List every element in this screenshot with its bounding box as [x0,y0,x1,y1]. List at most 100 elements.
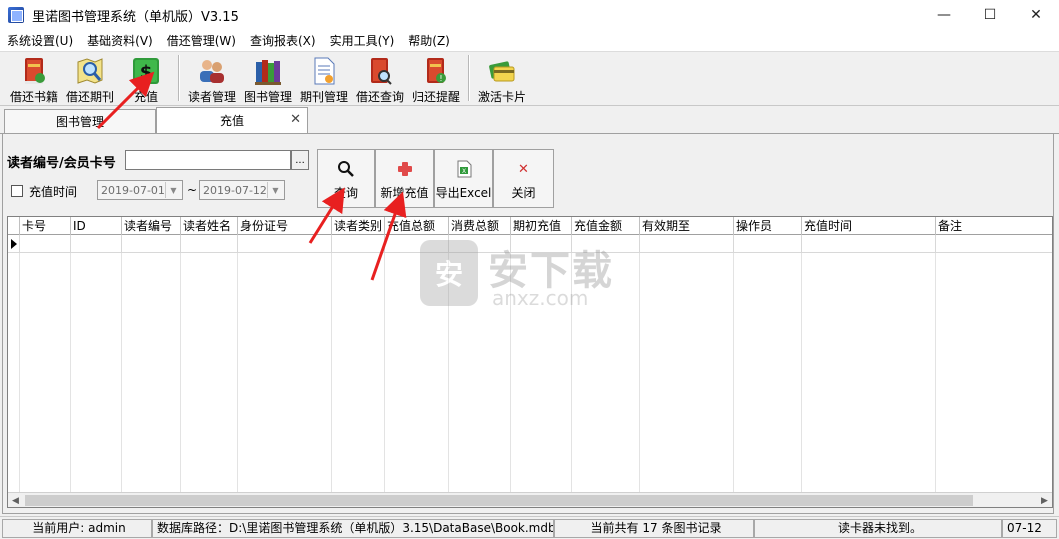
reader-management-button[interactable]: 读者管理 [184,52,240,104]
periodical-management-button[interactable]: 期刊管理 [296,52,352,104]
status-bar: 当前用户: admin 数据库路径：D:\里诺图书管理系统（单机版）3.15\D… [0,516,1059,539]
return-reminder-label: 归还提醒 [411,90,460,104]
add-recharge-label: 新增充值 [380,186,429,200]
column-header-id-card[interactable]: 身份证号 [238,217,332,235]
date-range-separator: ~ [187,183,198,197]
column-header-operator[interactable]: 操作员 [734,217,802,235]
date-from-value: 2019-07-01 [101,183,165,197]
book-management-button[interactable]: 图书管理 [240,52,296,104]
column-header-id[interactable]: ID [71,217,122,235]
borrow-query-button[interactable]: 借还查询 [352,52,408,104]
app-icon [8,7,24,23]
watermark: 安 安下载 anxz.com [420,240,650,310]
date-from-picker[interactable]: 2019-07-01 ▼ [97,180,183,200]
search-icon [337,160,355,178]
borrow-query-label: 借还查询 [355,90,404,104]
window-title: 里诺图书管理系统（单机版）V3.15 [32,9,239,25]
tab-book-management[interactable]: 图书管理 [4,109,156,133]
scrollbar-thumb[interactable] [25,495,973,506]
document-tabs: 图书管理 充值 ✕ [0,107,1059,134]
column-header-consume-total[interactable]: 消费总额 [449,217,511,235]
menu-tools[interactable]: 实用工具(Y) [323,30,402,52]
column-header-card-no[interactable]: 卡号 [20,217,71,235]
map-magnifier-icon [75,56,105,86]
svg-text:X: X [461,168,465,175]
horizontal-scrollbar[interactable]: ◀ ▶ [8,492,1052,507]
column-header-initial-recharge[interactable]: 期初充值 [511,217,572,235]
close-panel-label: 关闭 [511,186,536,200]
book-alert-icon: ! [421,56,451,86]
borrow-return-periodicals-button[interactable]: 借还期刊 [62,52,118,104]
column-header-reader-name[interactable]: 读者姓名 [181,217,238,235]
scroll-right-icon[interactable]: ▶ [1037,493,1052,507]
activate-card-label: 激活卡片 [477,90,526,104]
menu-query-report[interactable]: 查询报表(X) [243,30,323,52]
recharge-toolbar-button[interactable]: $ 充值 [118,52,174,104]
column-header-reader-no[interactable]: 读者编号 [122,217,181,235]
watermark-subtext: anxz.com [492,286,589,310]
close-panel-button[interactable]: ✕ 关闭 [493,149,554,208]
recharge-toolbar-label: 充值 [133,90,158,104]
plus-icon [397,160,413,178]
chevron-down-icon: ▼ [267,182,283,198]
excel-icon: X [456,160,472,178]
return-reminder-button[interactable]: ! 归还提醒 [408,52,464,104]
title-bar: 里诺图书管理系统（单机版）V3.15 — ☐ ✕ [0,0,1059,30]
periodical-management-label: 期刊管理 [299,90,348,104]
users-icon [197,56,227,86]
export-excel-button[interactable]: X 导出Excel [434,149,493,208]
query-button-label: 查询 [333,186,358,200]
book-management-label: 图书管理 [243,90,292,104]
close-tab-icon[interactable]: ✕ [290,112,301,127]
column-header-recharge-total[interactable]: 充值总额 [385,217,449,235]
book-search-icon [365,56,395,86]
add-recharge-button[interactable]: 新增充值 [375,149,434,208]
toolbar-separator [178,55,180,101]
column-header-remark[interactable]: 备注 [936,217,1052,235]
minimize-button[interactable]: — [921,0,967,30]
recharge-panel: 读者编号/会员卡号 ... 充值时间 2019-07-01 ▼ ~ 2019-0… [2,134,1054,514]
column-header-recharge-time[interactable]: 充值时间 [802,217,936,235]
activate-card-button[interactable]: 激活卡片 [474,52,530,104]
tab-recharge[interactable]: 充值 ✕ [156,107,308,133]
export-excel-label: 导出Excel [435,186,492,200]
menu-basic-data[interactable]: 基础资料(V) [80,30,160,52]
current-row-indicator-icon [8,235,20,253]
column-header-reader-type[interactable]: 读者类别 [332,217,385,235]
date-to-picker[interactable]: 2019-07-12 ▼ [199,180,285,200]
menu-help[interactable]: 帮助(Z) [401,30,457,52]
recharge-time-label: 充值时间 [29,185,78,199]
close-window-button[interactable]: ✕ [1013,0,1059,30]
menu-system-settings[interactable]: 系统设置(U) [0,30,80,52]
borrow-return-books-label: 借还书籍 [9,90,58,104]
column-header-recharge-amount[interactable]: 充值金额 [572,217,640,235]
recharge-time-checkbox[interactable] [11,185,23,197]
table-header: 卡号 ID 读者编号 读者姓名 身份证号 读者类别 充值总额 消费总额 期初充值… [8,217,1052,235]
window-controls: — ☐ ✕ [921,0,1059,30]
status-db-path: 数据库路径：D:\里诺图书管理系统（单机版）3.15\DataBase\Book… [152,519,554,538]
red-book-icon [19,56,49,86]
menu-borrow-return[interactable]: 借还管理(W) [160,30,243,52]
status-card-reader: 读卡器未找到。 [754,519,1002,538]
status-current-user: 当前用户: admin [2,519,152,538]
column-header-valid-until[interactable]: 有效期至 [640,217,734,235]
svg-text:!: ! [439,74,442,83]
toolbar: 借还书籍 借还期刊 $ 充值 读者管理 图书管理 期刊管理 借还查询 ! 归还提… [0,52,1059,106]
query-button[interactable]: 查询 [317,149,375,208]
close-icon: ✕ [518,161,529,177]
toolbar-separator [468,55,470,101]
row-indicator-header [8,217,20,235]
scroll-left-icon[interactable]: ◀ [8,493,23,507]
maximize-button[interactable]: ☐ [967,0,1013,30]
chevron-down-icon: ▼ [165,182,181,198]
dollar-icon: $ [131,56,161,86]
document-icon [309,56,339,86]
date-to-value: 2019-07-12 [203,183,267,197]
browse-reader-button[interactable]: ... [291,150,309,170]
tab-book-management-label: 图书管理 [55,115,104,129]
menu-bar: 系统设置(U) 基础资料(V) 借还管理(W) 查询报表(X) 实用工具(Y) … [0,30,1059,52]
card-number-input[interactable] [125,150,291,170]
books-icon [253,56,283,86]
borrow-return-books-button[interactable]: 借还书籍 [6,52,62,104]
card-icon [487,56,517,86]
